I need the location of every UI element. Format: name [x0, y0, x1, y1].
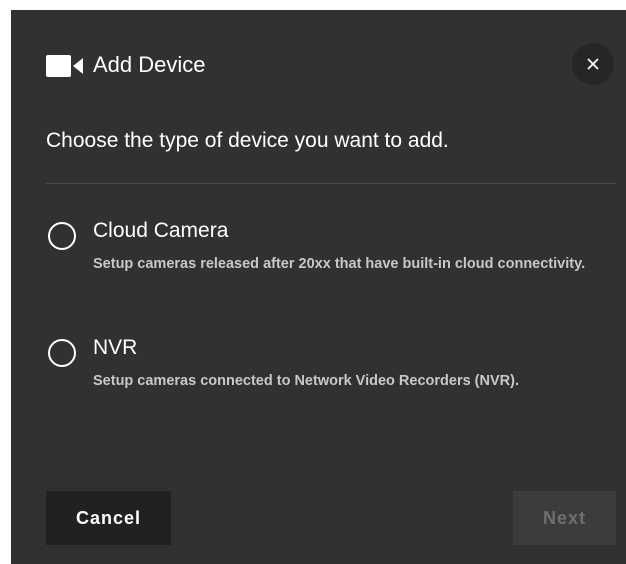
- close-button[interactable]: [572, 43, 614, 85]
- close-icon: [587, 58, 599, 70]
- next-button[interactable]: Next: [513, 491, 616, 545]
- radio-cloud-camera[interactable]: [48, 222, 76, 250]
- cancel-button[interactable]: Cancel: [46, 491, 171, 545]
- dialog-title: Add Device: [93, 52, 206, 77]
- dialog-subtitle: Choose the type of device you want to ad…: [46, 129, 449, 152]
- option-label: Cloud Camera: [93, 219, 229, 242]
- option-description: Setup cameras connected to Network Video…: [93, 373, 519, 389]
- divider: [46, 183, 616, 184]
- option-label: NVR: [93, 336, 138, 359]
- option-description: Setup cameras released after 20xx that h…: [93, 256, 586, 272]
- radio-nvr[interactable]: [48, 339, 76, 367]
- video-camera-icon: [46, 55, 83, 77]
- add-device-dialog: Add Device Choose the type of device you…: [11, 10, 626, 564]
